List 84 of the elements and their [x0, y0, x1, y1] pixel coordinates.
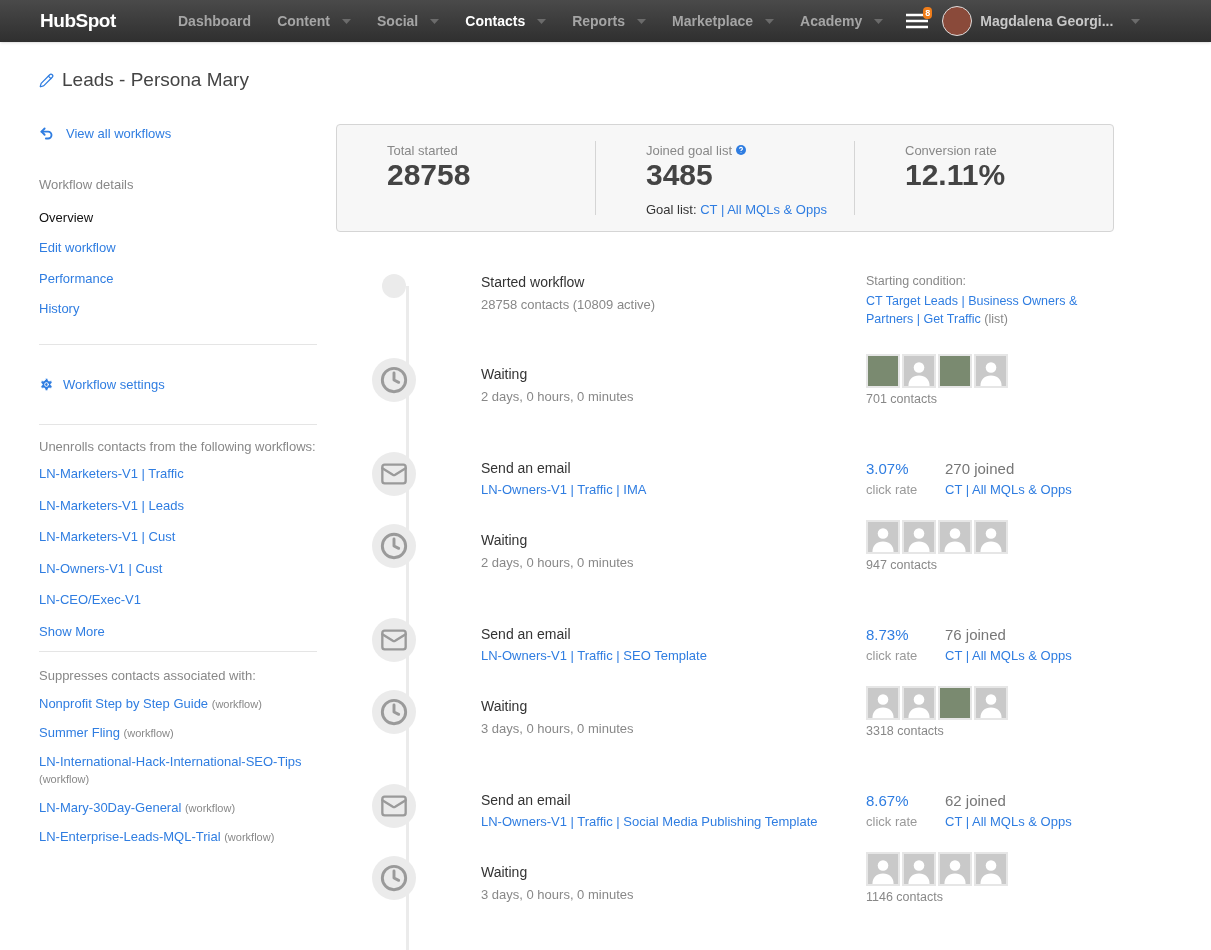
sidebar-item[interactable]: Overview — [39, 207, 317, 227]
stat-value: 3485 — [646, 160, 714, 190]
step-title: Started workflow — [481, 272, 586, 292]
workflow-link[interactable]: Summer Fling — [39, 724, 120, 740]
stat-label: Total started — [387, 141, 458, 160]
stat-label: Conversion rate — [905, 141, 997, 160]
step-title: Send an email — [481, 624, 572, 644]
settings-link[interactable]: Workflow settings — [39, 374, 317, 394]
goal-list-text: Goal list: CT | All MQLs & Opps — [646, 201, 828, 219]
goal-list-link[interactable]: CT | All MQLs & Opps — [945, 646, 1072, 666]
sidebar-item[interactable]: Performance — [39, 268, 317, 288]
workflow-tag: (workflow) — [184, 801, 236, 814]
workflow-tag: (workflow) — [39, 772, 90, 785]
step-title: Waiting — [481, 696, 529, 716]
click-rate-value: 8.73% — [866, 624, 910, 645]
stat-value: 12.11% — [905, 160, 1007, 190]
step-detail: 3 days, 0 hours, 0 minutes — [481, 719, 635, 738]
workflow-tag: (workflow) — [211, 697, 262, 710]
workflow-link[interactable]: LN-Enterprise-Leads-MQL-Trial — [39, 828, 221, 844]
workflow-tag: (workflow) — [224, 830, 275, 843]
workflow-link[interactable]: LN-Marketers-V1 | Leads — [39, 495, 317, 515]
workflow-link[interactable]: LN-Owners-V1 | Cust — [39, 558, 317, 578]
nav-tab[interactable]: Marketplace — [659, 10, 787, 32]
page-title: Leads - Persona Mary — [62, 68, 249, 92]
edit-icon[interactable] — [39, 72, 54, 88]
email-link[interactable]: LN-Owners-V1 | Traffic | IMA — [481, 480, 866, 499]
nav-tab[interactable]: Dashboard — [165, 10, 265, 32]
step-detail: 28758 contacts (10809 active) — [481, 295, 657, 314]
notification-badge: 8 — [923, 7, 933, 19]
back-link[interactable]: View all workflows — [39, 123, 317, 143]
workflow-link[interactable]: LN-Marketers-V1 | Traffic — [39, 464, 317, 484]
user-menu[interactable]: Magdalena Georgi... — [980, 10, 1141, 32]
help-icon[interactable] — [736, 145, 746, 156]
step-title: Waiting — [481, 862, 529, 882]
click-rate-label: click rate — [866, 647, 919, 665]
section-heading: Unenrolls contacts from the following workflows: — [39, 439, 317, 455]
section-heading: Workflow details — [39, 176, 135, 194]
workflow-link[interactable]: LN-Mary-30Day-General — [39, 799, 182, 815]
caret-icon — [1131, 18, 1141, 24]
contacts-count: 3318 contacts — [866, 722, 945, 740]
email-link[interactable]: LN-Owners-V1 | Traffic | Social Media Publishing Template — [481, 812, 866, 831]
stat-label: Joined goal list — [646, 141, 732, 160]
nav-tab[interactable]: Academy — [787, 10, 897, 32]
contacts-count: 1146 contacts — [866, 888, 944, 906]
step-title: Send an email — [481, 458, 572, 478]
email-link[interactable]: LN-Owners-V1 | Traffic | SEO Template — [481, 646, 866, 665]
back-arrow-icon — [39, 125, 54, 141]
condition-lists-text[interactable]: CT Target Leads | Business Owners & Partners | Get Traffic (list) — [866, 292, 1096, 329]
user-avatar[interactable] — [942, 6, 973, 36]
step-detail: 2 days, 0 hours, 0 minutes — [481, 387, 635, 406]
section-heading: Suppresses contacts associated with: — [39, 667, 257, 685]
click-rate-label: click rate — [866, 813, 919, 831]
nav-tab[interactable]: Social — [364, 10, 453, 32]
step-title: Waiting — [481, 364, 529, 384]
workflow-tag: (workflow) — [123, 726, 174, 739]
joined-count: 270 joined — [945, 458, 1016, 479]
step-detail: 2 days, 0 hours, 0 minutes — [481, 553, 635, 572]
goal-list-link[interactable]: CT | All MQLs & Opps — [945, 480, 1072, 500]
sidebar-item[interactable]: History — [39, 299, 317, 319]
workflow-link[interactable]: LN-International-Hack-International-SEO-Tips — [39, 753, 302, 769]
stat-value: 28758 — [387, 160, 472, 190]
click-rate-value: 8.67% — [866, 790, 910, 811]
contacts-count: 701 contacts — [866, 390, 938, 408]
settings-icon — [39, 376, 54, 392]
nav-tab[interactable]: Contacts — [452, 10, 560, 32]
sidebar-item[interactable]: Edit workflow — [39, 238, 317, 258]
joined-count: 62 joined — [945, 790, 1007, 811]
click-rate-value: 3.07% — [866, 458, 910, 479]
contacts-count: 947 contacts — [866, 556, 938, 574]
nav-tab[interactable]: Content — [264, 10, 364, 32]
step-detail: 3 days, 0 hours, 0 minutes — [481, 885, 635, 904]
click-rate-label: click rate — [866, 481, 919, 499]
joined-count: 76 joined — [945, 624, 1007, 645]
workflow-link[interactable]: Nonprofit Step by Step Guide — [39, 695, 209, 711]
step-title: Waiting — [481, 530, 529, 550]
step-title: Send an email — [481, 790, 572, 810]
workflow-link[interactable]: LN-CEO/Exec-V1 — [39, 590, 317, 610]
nav-tab[interactable]: Reports — [559, 10, 660, 32]
condition-label: Starting condition: — [866, 272, 968, 290]
logo[interactable]: HubSpot — [40, 6, 165, 36]
show-more-link[interactable]: Show More — [39, 621, 317, 641]
workflow-link[interactable]: LN-Marketers-V1 | Cust — [39, 527, 317, 547]
goal-list-link[interactable]: CT | All MQLs & Opps — [700, 202, 827, 217]
goal-list-link[interactable]: CT | All MQLs & Opps — [945, 812, 1072, 832]
